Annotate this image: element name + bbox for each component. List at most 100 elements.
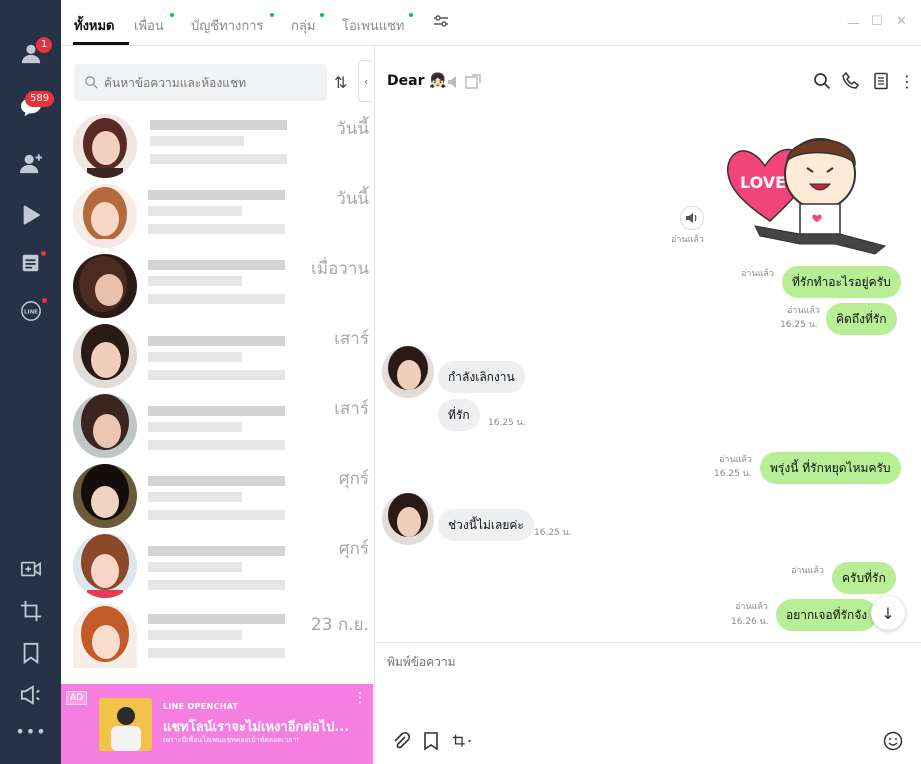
contact-avatar <box>73 534 137 598</box>
contact-avatar <box>73 114 137 178</box>
voom-nav-button[interactable] <box>16 200 46 230</box>
message-time: 16.26 น. <box>731 617 769 627</box>
chat-pane: Dear 👧🏻 ⋮ LOVE อ่านแล้ว อ่านแล้ว ที่รักท… <box>374 46 921 764</box>
line-dot <box>42 298 47 303</box>
attach-file-icon[interactable] <box>391 731 411 751</box>
keep-button[interactable] <box>16 638 46 668</box>
active-tab-indicator <box>73 42 129 45</box>
search-icon <box>85 76 98 89</box>
screen-capture-icon[interactable] <box>452 731 480 751</box>
message-bubble-outgoing[interactable]: ที่รักทำอะไรอยู่ครับ <box>782 266 901 298</box>
friends-nav-button[interactable]: 1 <box>16 37 53 68</box>
message-bubble-outgoing[interactable]: พรุ่งนี้ ที่รักหยุดไหมครับ <box>760 452 901 484</box>
scroll-to-bottom-button[interactable]: ↓ <box>871 596 905 630</box>
chat-list-item[interactable]: วันนี้ <box>61 113 373 183</box>
chat-header: Dear 👧🏻 ⋮ <box>375 46 921 106</box>
chat-list-item[interactable]: เสาร์ <box>61 393 373 463</box>
arrow-down-icon: ↓ <box>881 603 895 623</box>
notes-icon[interactable] <box>872 72 890 90</box>
contact-avatar[interactable] <box>382 346 434 398</box>
minimize-button[interactable]: — <box>847 16 860 31</box>
search-input[interactable] <box>104 64 324 101</box>
ad-title: แชทโลน์เราจะไม่เหงาอีกต่อไป... <box>163 720 350 735</box>
chat-list-item[interactable]: เสาร์ <box>61 323 373 393</box>
tab-all[interactable]: ทั้งหมด <box>74 15 115 36</box>
collapse-list-button[interactable]: ‹ <box>358 60 373 102</box>
left-rail: 1 589 LINE ••• <box>0 0 61 764</box>
line-logo-icon: LINE <box>21 301 41 321</box>
chat-list-item[interactable]: เมื่อวาน <box>61 253 373 323</box>
message-time: 16.25 น. <box>780 320 818 330</box>
tab-official-dot <box>270 13 274 17</box>
sticker-sound-button[interactable] <box>680 206 704 230</box>
announcement-button[interactable] <box>16 680 46 710</box>
ad-subtitle: เพราะมีเพื่อนโอเพนแชทคอยเม้าท์ตลอดเวลา! <box>163 736 300 744</box>
emoji-icon[interactable] <box>883 731 903 751</box>
line-nav-button[interactable]: LINE <box>16 296 47 326</box>
chat-date: เสาร์ <box>334 329 369 349</box>
message-time: 16.25 น. <box>534 528 572 538</box>
chat-title-text: Dear <box>387 73 425 89</box>
news-nav-button[interactable] <box>16 248 46 278</box>
message-input[interactable] <box>387 653 907 713</box>
chat-more-icon[interactable]: ⋮ <box>899 72 917 91</box>
message-composer <box>375 642 921 764</box>
read-receipt: อ่านแล้ว <box>735 602 768 612</box>
news-icon <box>22 254 39 272</box>
chat-list-pane: ⇅ ‹ วันนี้ วันนี้ เมื่อวาน <box>61 46 373 684</box>
chat-title[interactable]: Dear 👧🏻 <box>387 73 447 89</box>
filter-settings-button[interactable] <box>433 14 449 32</box>
call-icon[interactable] <box>842 71 860 90</box>
external-window-icon[interactable] <box>464 73 481 91</box>
maximize-button[interactable]: ☐ <box>871 14 883 29</box>
screenshot-button[interactable] <box>16 596 46 626</box>
chats-badge: 589 <box>25 91 55 107</box>
tab-official[interactable]: บัญชีทางการ <box>191 15 264 36</box>
read-receipt: อ่านแล้ว <box>787 306 820 316</box>
crop-icon <box>20 600 42 622</box>
add-person-icon <box>20 154 42 174</box>
chat-date: 23 ก.ย. <box>310 615 369 635</box>
message-bubble-incoming[interactable]: ที่รัก <box>438 399 480 431</box>
sticker-text: LOVE <box>740 173 786 192</box>
close-button[interactable]: ✕ <box>896 14 907 29</box>
chat-list-item[interactable]: วันนี้ <box>61 183 373 253</box>
keep-bookmark-icon[interactable] <box>421 731 441 751</box>
chat-list-item[interactable]: ศุกร์ <box>61 533 373 603</box>
message-bubble-outgoing[interactable]: อยากเจอที่รักจัง <box>776 599 878 631</box>
message-bubble-outgoing[interactable]: ครับที่รัก <box>832 562 896 594</box>
mute-icon <box>446 73 460 91</box>
tab-openchat[interactable]: โอเพนแชท <box>342 15 404 36</box>
chats-nav-button[interactable]: 589 <box>16 91 55 122</box>
chat-date: ศุกร์ <box>338 539 369 559</box>
tab-openchat-dot <box>409 13 413 17</box>
chat-date: เมื่อวาน <box>311 259 369 279</box>
sort-icon[interactable]: ⇅ <box>334 73 347 92</box>
chat-list-item[interactable]: 23 ก.ย. <box>61 603 373 673</box>
tab-friends[interactable]: เพื่อน <box>134 15 164 36</box>
video-call-button[interactable] <box>16 554 46 584</box>
ad-banner[interactable]: AD LINE OPENCHAT แชทโลน์เราจะไม่เหงาอีกต… <box>61 684 373 764</box>
message-bubble-incoming[interactable]: กำลังเลิกงาน <box>438 361 525 393</box>
read-receipt: อ่านแล้ว <box>671 235 704 245</box>
news-dot <box>41 251 46 256</box>
read-receipt: อ่านแล้ว <box>791 566 824 576</box>
tab-bar: ทั้งหมด เพื่อน บัญชีทางการ กลุ่ม โอเพนแช… <box>61 0 921 46</box>
ad-more-icon[interactable]: ⋮ <box>353 690 367 706</box>
chat-search-icon[interactable] <box>813 72 831 90</box>
video-add-icon <box>21 561 41 577</box>
friends-badge: 1 <box>36 37 53 53</box>
contact-avatar[interactable] <box>382 493 434 545</box>
sliders-icon <box>434 15 448 27</box>
message-bubble-outgoing[interactable]: คิดถึงที่รัก <box>826 303 897 335</box>
more-menu-button[interactable]: ••• <box>15 716 47 746</box>
message-bubble-incoming[interactable]: ช่วงนี้ไม่เลยค่ะ <box>438 509 534 541</box>
add-friend-nav-button[interactable] <box>16 148 46 178</box>
tab-groups[interactable]: กลุ่ม <box>291 15 315 36</box>
love-sticker[interactable]: LOVE <box>725 126 895 256</box>
read-receipt: อ่านแล้ว <box>741 269 774 279</box>
contact-avatar <box>73 324 137 388</box>
search-box <box>74 64 327 101</box>
more-dots-icon: ••• <box>15 721 47 741</box>
chat-list-item[interactable]: ศุกร์ <box>61 463 373 533</box>
